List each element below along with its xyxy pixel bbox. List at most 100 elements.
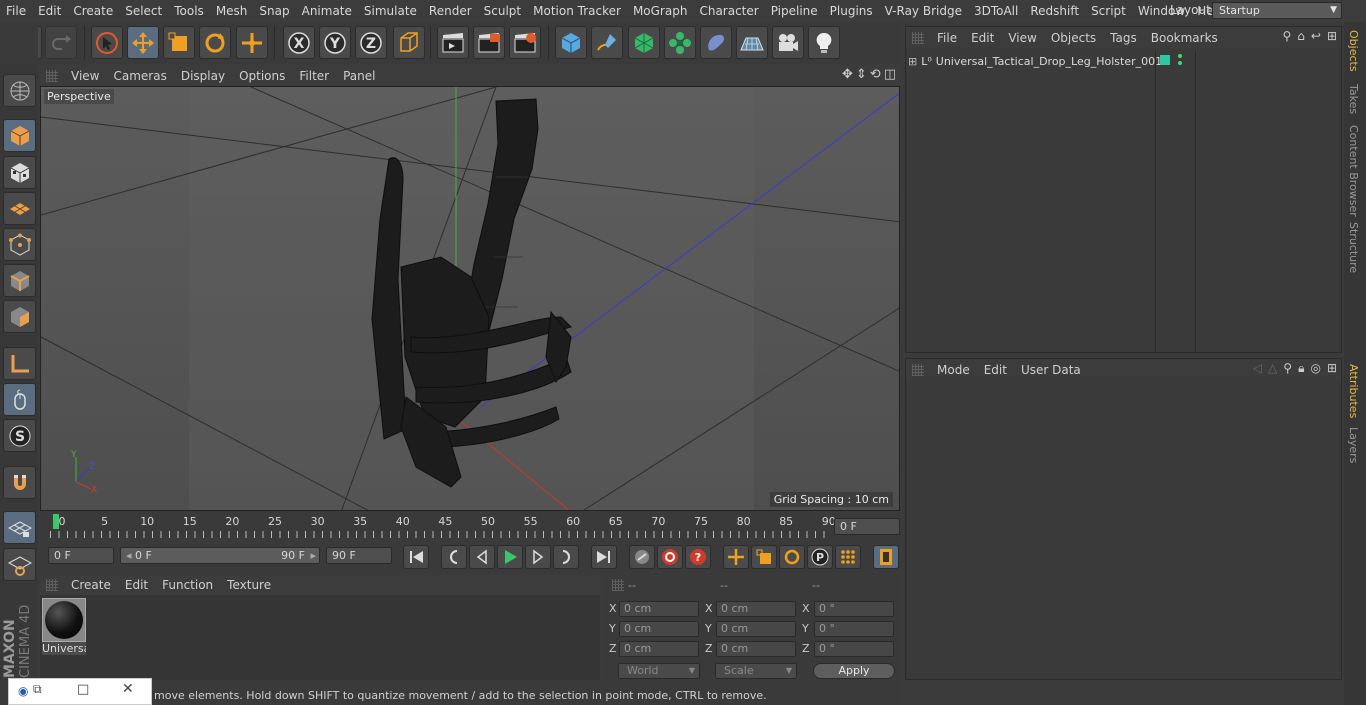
menu-snap[interactable]: Snap bbox=[253, 4, 295, 18]
menu-select[interactable]: Select bbox=[119, 4, 168, 18]
viewport-menu-display[interactable]: Display bbox=[174, 69, 232, 83]
menu-motion-tracker[interactable]: Motion Tracker bbox=[527, 4, 627, 18]
viewport-menu-view[interactable]: View bbox=[64, 69, 106, 83]
viewport-menu-panel[interactable]: Panel bbox=[336, 69, 382, 83]
workplane-lock-button[interactable] bbox=[3, 511, 36, 544]
menu-character[interactable]: Character bbox=[693, 4, 764, 18]
move-tool-button[interactable] bbox=[127, 26, 159, 59]
menu-tools[interactable]: Tools bbox=[168, 4, 210, 18]
objects-menu-tags[interactable]: Tags bbox=[1103, 31, 1144, 45]
ruler-track[interactable]: 0 5 10 15 20 25 30 35 40 45 50 55 60 65 70 75 80 85 90 bbox=[50, 512, 836, 538]
rot-p-field[interactable]: 0 ° bbox=[814, 621, 894, 637]
3d-viewport[interactable]: Y Z X Perspective Grid Spacing : 10 cm bbox=[40, 86, 900, 511]
rot-h-field[interactable]: 0 ° bbox=[814, 601, 894, 617]
panel-grip-icon[interactable] bbox=[612, 579, 624, 591]
back-icon[interactable]: ↩ bbox=[1311, 29, 1321, 43]
z-axis-lock-button[interactable]: Z bbox=[355, 26, 387, 59]
tweak-mode-button[interactable] bbox=[3, 383, 36, 416]
prev-key-button[interactable] bbox=[441, 545, 467, 569]
viewport-menu-filter[interactable]: Filter bbox=[292, 69, 336, 83]
objects-menu-objects[interactable]: Objects bbox=[1044, 31, 1103, 45]
size-mode-select[interactable]: Scale ▼ bbox=[715, 663, 797, 679]
menu-create[interactable]: Create bbox=[67, 4, 119, 18]
panel-grip-icon[interactable] bbox=[912, 31, 924, 44]
tab-structure[interactable]: Structure bbox=[1347, 222, 1360, 273]
select-tool-button[interactable] bbox=[91, 26, 123, 59]
lock-icon[interactable]: 🔒︎ bbox=[1298, 361, 1304, 376]
workplane-align-button[interactable] bbox=[3, 548, 36, 581]
end-frame-field[interactable]: 90 F bbox=[326, 547, 392, 564]
menu-edit[interactable]: Edit bbox=[32, 4, 67, 18]
attributes-menu-edit[interactable]: Edit bbox=[977, 363, 1014, 377]
menu-render[interactable]: Render bbox=[423, 4, 478, 18]
menu-animate[interactable]: Animate bbox=[296, 4, 358, 18]
x-axis-lock-button[interactable]: X bbox=[283, 26, 315, 59]
transform-tool-button[interactable] bbox=[236, 26, 268, 59]
new-panel-icon[interactable]: ⊞ bbox=[1327, 29, 1337, 43]
menu-redshift[interactable]: Redshift bbox=[1024, 4, 1085, 18]
add-spline-pen-button[interactable] bbox=[591, 26, 623, 59]
pos-y-field[interactable]: 0 cm bbox=[619, 621, 699, 637]
maximize-view-icon[interactable]: ◫ bbox=[884, 67, 896, 82]
editor-visibility-dot[interactable] bbox=[1178, 54, 1182, 58]
size-y-field[interactable]: 0 cm bbox=[716, 621, 796, 637]
target-icon[interactable]: ◎ bbox=[1310, 361, 1320, 376]
make-editable-button[interactable] bbox=[3, 74, 36, 107]
menu-pipeline[interactable]: Pipeline bbox=[765, 4, 824, 18]
texture-mode-button[interactable] bbox=[3, 156, 36, 189]
key-position-button[interactable] bbox=[723, 545, 749, 569]
menu-script[interactable]: Script bbox=[1085, 4, 1132, 18]
play-button[interactable] bbox=[497, 545, 523, 569]
pos-x-field[interactable]: 0 cm bbox=[619, 601, 699, 617]
add-camera-button[interactable] bbox=[772, 26, 804, 59]
up-arrow-icon[interactable]: △ bbox=[1268, 361, 1277, 376]
menu-file[interactable]: File bbox=[0, 4, 32, 18]
current-frame-field[interactable]: 0 F bbox=[834, 518, 900, 535]
objects-menu-bookmarks[interactable]: Bookmarks bbox=[1144, 31, 1225, 45]
goto-end-button[interactable] bbox=[591, 545, 617, 569]
autokey-button[interactable]: ? bbox=[685, 545, 711, 569]
menu-mesh[interactable]: Mesh bbox=[210, 4, 254, 18]
panel-grip-icon[interactable] bbox=[46, 578, 58, 591]
add-cloner-button[interactable] bbox=[664, 26, 696, 59]
record-keys-button[interactable] bbox=[657, 545, 683, 569]
material-menu-function[interactable]: Function bbox=[155, 578, 220, 592]
move-view-icon[interactable]: ✥ bbox=[842, 67, 853, 82]
menu-mograph[interactable]: MoGraph bbox=[627, 4, 694, 18]
menu-sculpt[interactable]: Sculpt bbox=[478, 4, 527, 18]
tab-objects[interactable]: Objects bbox=[1347, 30, 1360, 72]
material-swatch[interactable]: Universa bbox=[42, 598, 86, 656]
material-menu-edit[interactable]: Edit bbox=[118, 578, 155, 592]
search-icon[interactable]: ⚲ bbox=[1282, 29, 1291, 43]
panel-grip-icon[interactable] bbox=[912, 363, 924, 376]
scale-tool-button[interactable] bbox=[163, 26, 195, 59]
menu-3dtoall[interactable]: 3DToAll bbox=[968, 4, 1024, 18]
rotate-view-icon[interactable]: ⟲ bbox=[870, 67, 881, 82]
key-parameter-button[interactable]: P bbox=[807, 545, 833, 569]
render-region-button[interactable] bbox=[473, 26, 505, 59]
close-icon[interactable]: ✕ bbox=[122, 681, 134, 697]
coordinate-system-button[interactable] bbox=[393, 26, 425, 59]
add-floor-button[interactable] bbox=[736, 26, 768, 59]
objects-menu-file[interactable]: File bbox=[930, 31, 964, 45]
menu-vray-bridge[interactable]: V-Ray Bridge bbox=[879, 4, 968, 18]
objects-menu-edit[interactable]: Edit bbox=[964, 31, 1001, 45]
zoom-view-icon[interactable]: ⇕ bbox=[856, 67, 867, 82]
apply-button[interactable]: Apply bbox=[813, 663, 895, 679]
home-icon[interactable]: ⌂ bbox=[1297, 29, 1305, 43]
viewport-menu-cameras[interactable]: Cameras bbox=[106, 69, 173, 83]
object-name[interactable]: Universal_Tactical_Drop_Leg_Holster_001 bbox=[936, 55, 1162, 68]
axis-mode-button[interactable] bbox=[3, 347, 36, 380]
size-z-field[interactable]: 0 cm bbox=[716, 641, 796, 657]
goto-start-button[interactable] bbox=[403, 545, 429, 569]
render-visibility-dot[interactable] bbox=[1178, 61, 1182, 65]
model-mode-button[interactable] bbox=[3, 119, 36, 152]
add-cube-button[interactable] bbox=[555, 26, 587, 59]
next-key-button[interactable] bbox=[553, 545, 579, 569]
add-subdivision-button[interactable] bbox=[628, 26, 660, 59]
object-row[interactable]: ⊞ L⁰ Universal_Tactical_Drop_Leg_Holster… bbox=[908, 53, 1162, 70]
tab-content-browser[interactable]: Content Browser bbox=[1347, 125, 1360, 217]
panel-grip-icon[interactable] bbox=[46, 69, 58, 82]
size-x-field[interactable]: 0 cm bbox=[716, 601, 796, 617]
tab-takes[interactable]: Takes bbox=[1347, 84, 1360, 114]
